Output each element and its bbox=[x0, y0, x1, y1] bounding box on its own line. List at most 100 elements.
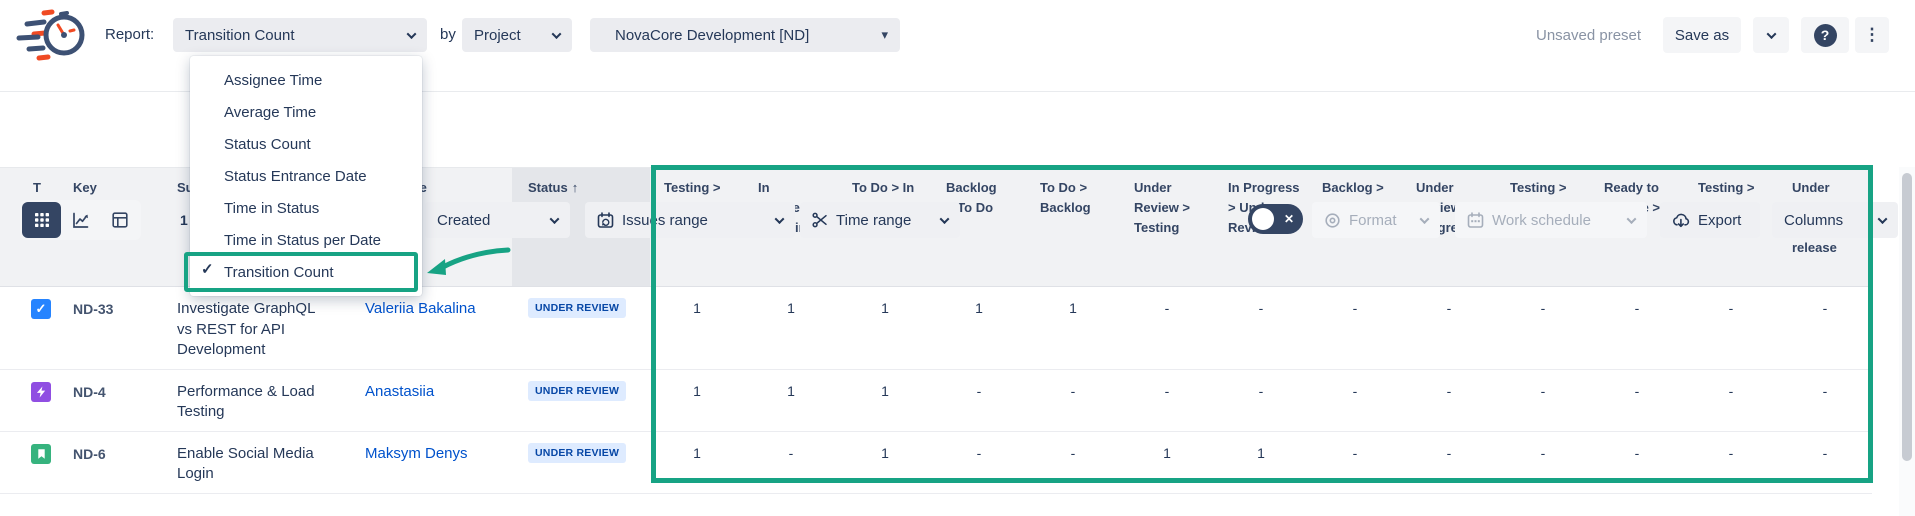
line-chart-icon bbox=[72, 212, 89, 229]
more-options-button[interactable]: ⋮ bbox=[1855, 17, 1889, 53]
format-select[interactable]: Format bbox=[1312, 202, 1440, 238]
status-cell: UNDER REVIEW bbox=[512, 287, 650, 369]
app-window: Report: Transition Count by Project Nova… bbox=[0, 0, 1915, 516]
menu-item-average-time[interactable]: Average Time bbox=[190, 96, 422, 128]
transition-count-value: 1 bbox=[838, 287, 932, 369]
transition-count-value: - bbox=[1496, 287, 1590, 369]
assignee-cell: Anastasiia bbox=[355, 370, 512, 431]
save-as-options-button[interactable] bbox=[1753, 17, 1789, 53]
menu-item-status-count[interactable]: Status Count bbox=[190, 128, 422, 160]
assignee-link[interactable]: Anastasiia bbox=[365, 383, 434, 400]
grid-icon bbox=[34, 212, 50, 228]
menu-item-label: Assignee Time bbox=[224, 72, 322, 89]
project-select[interactable]: NovaCore Development [ND] ▾ bbox=[590, 18, 900, 52]
time-range-button[interactable]: Time range bbox=[800, 202, 960, 238]
table-view-button[interactable] bbox=[22, 202, 61, 238]
transition-count-value: - bbox=[932, 370, 1026, 431]
menu-item-label: Time in Status per Date bbox=[224, 232, 381, 249]
transition-count-value: 1 bbox=[650, 432, 744, 493]
view-switcher bbox=[20, 200, 141, 240]
menu-item-label: Status Entrance Date bbox=[224, 168, 367, 185]
assignee-link[interactable]: Maksym Denys bbox=[365, 445, 468, 462]
issue-key[interactable]: ND-6 bbox=[60, 432, 165, 493]
report-type-menu: Assignee Time Average Time Status Count Sta… bbox=[190, 56, 422, 296]
menu-item-label: Time in Status bbox=[224, 200, 319, 217]
story-type-icon[interactable] bbox=[31, 444, 51, 464]
by-label: by bbox=[440, 26, 456, 43]
transition-count-value: 1 bbox=[1120, 432, 1214, 493]
epic-type-icon[interactable] bbox=[31, 382, 51, 402]
check-glyph: ✓ bbox=[36, 301, 47, 317]
chevron-down-icon bbox=[407, 29, 417, 39]
chevron-down-icon bbox=[550, 214, 560, 224]
issues-range-button[interactable]: Issues range bbox=[585, 202, 795, 238]
transition-count-value: 1 bbox=[650, 370, 744, 431]
transition-count-value: - bbox=[1308, 370, 1402, 431]
export-label: Export bbox=[1698, 212, 1741, 229]
project-value: NovaCore Development [ND] bbox=[615, 27, 867, 44]
assignee-cell: Maksym Denys bbox=[355, 432, 512, 493]
menu-item-assignee-time[interactable]: Assignee Time bbox=[190, 64, 422, 96]
work-schedule-label: Work schedule bbox=[1492, 212, 1618, 229]
transition-count-value: - bbox=[1778, 432, 1872, 493]
transition-count-value: - bbox=[1496, 432, 1590, 493]
issues-range-label: Issues range bbox=[622, 212, 766, 229]
menu-item-transition-count[interactable]: ✓ Transition Count bbox=[190, 256, 422, 288]
menu-item-label: Transition Count bbox=[224, 264, 334, 281]
save-as-button[interactable]: Save as bbox=[1663, 17, 1741, 53]
transition-count-value: - bbox=[1590, 287, 1684, 369]
format-target-icon bbox=[1324, 212, 1341, 229]
chart-view-button[interactable] bbox=[61, 202, 100, 238]
menu-item-label: Average Time bbox=[224, 104, 316, 121]
toggle-knob bbox=[1252, 208, 1274, 230]
table-row: ND-4Performance & Load TestingAnastasiia… bbox=[0, 370, 1872, 432]
chevron-down-icon bbox=[775, 214, 785, 224]
transition-count-value: 1 bbox=[1026, 287, 1120, 369]
transition-count-value: - bbox=[1684, 370, 1778, 431]
status-badge: UNDER REVIEW bbox=[528, 381, 626, 401]
checkmark-icon: ✓ bbox=[201, 260, 219, 278]
chevron-down-icon bbox=[1766, 29, 1776, 39]
more-vertical-icon: ⋮ bbox=[1864, 25, 1881, 45]
pivot-view-button[interactable] bbox=[100, 202, 139, 238]
type-cell bbox=[0, 432, 60, 493]
work-schedule-select[interactable]: Work schedule bbox=[1455, 202, 1647, 238]
column-header-transition[interactable]: Under Review > Testing bbox=[1120, 168, 1214, 286]
question-mark-icon: ? bbox=[1814, 24, 1837, 47]
assignee-link[interactable]: Valeriia Bakalina bbox=[365, 300, 476, 317]
chevron-down-icon bbox=[1878, 214, 1888, 224]
task-type-icon[interactable]: ✓ bbox=[31, 299, 51, 319]
transition-count-value: - bbox=[1120, 370, 1214, 431]
group-by-value: Project bbox=[474, 27, 543, 44]
menu-item-time-in-status[interactable]: Time in Status bbox=[190, 192, 422, 224]
vertical-scrollbar[interactable] bbox=[1899, 167, 1915, 516]
transition-count-value: 1 bbox=[838, 370, 932, 431]
report-label: Report: bbox=[105, 26, 154, 43]
status-cell: UNDER REVIEW bbox=[512, 432, 650, 493]
issue-summary: Enable Social Media Login bbox=[165, 432, 355, 493]
table-body: ✓ ND-33Investigate GraphQL vs REST for AP… bbox=[0, 287, 1872, 494]
chevron-down-icon bbox=[940, 214, 950, 224]
issue-key[interactable]: ND-33 bbox=[60, 287, 165, 369]
columns-button[interactable]: Columns bbox=[1772, 202, 1898, 238]
report-type-value: Transition Count bbox=[185, 27, 398, 44]
scissors-icon bbox=[812, 212, 828, 228]
menu-item-time-in-status-per-date[interactable]: Time in Status per Date bbox=[190, 224, 422, 256]
help-button[interactable]: ? bbox=[1801, 17, 1849, 53]
table-row: ND-6Enable Social Media Login Maksym Deny… bbox=[0, 432, 1872, 494]
issue-summary: Investigate GraphQL vs REST for API Deve… bbox=[165, 287, 355, 369]
scrollbar-thumb[interactable] bbox=[1902, 173, 1912, 461]
created-select[interactable]: Created bbox=[425, 202, 570, 238]
report-type-select[interactable]: Transition Count bbox=[173, 18, 427, 52]
group-by-select[interactable]: Project bbox=[462, 18, 572, 52]
transition-count-value: - bbox=[1402, 432, 1496, 493]
dropdown-triangle-icon: ▾ bbox=[881, 27, 888, 43]
column-header-transition[interactable]: To Do > Backlog bbox=[1026, 168, 1120, 286]
transition-count-value: - bbox=[1214, 287, 1308, 369]
issue-key[interactable]: ND-4 bbox=[60, 370, 165, 431]
transition-count-value: 1 bbox=[838, 432, 932, 493]
menu-item-status-entrance-date[interactable]: Status Entrance Date bbox=[190, 160, 422, 192]
comparison-toggle[interactable]: ✕ bbox=[1248, 204, 1303, 234]
export-button[interactable]: Export bbox=[1660, 202, 1760, 238]
pivot-table-icon bbox=[112, 212, 128, 228]
